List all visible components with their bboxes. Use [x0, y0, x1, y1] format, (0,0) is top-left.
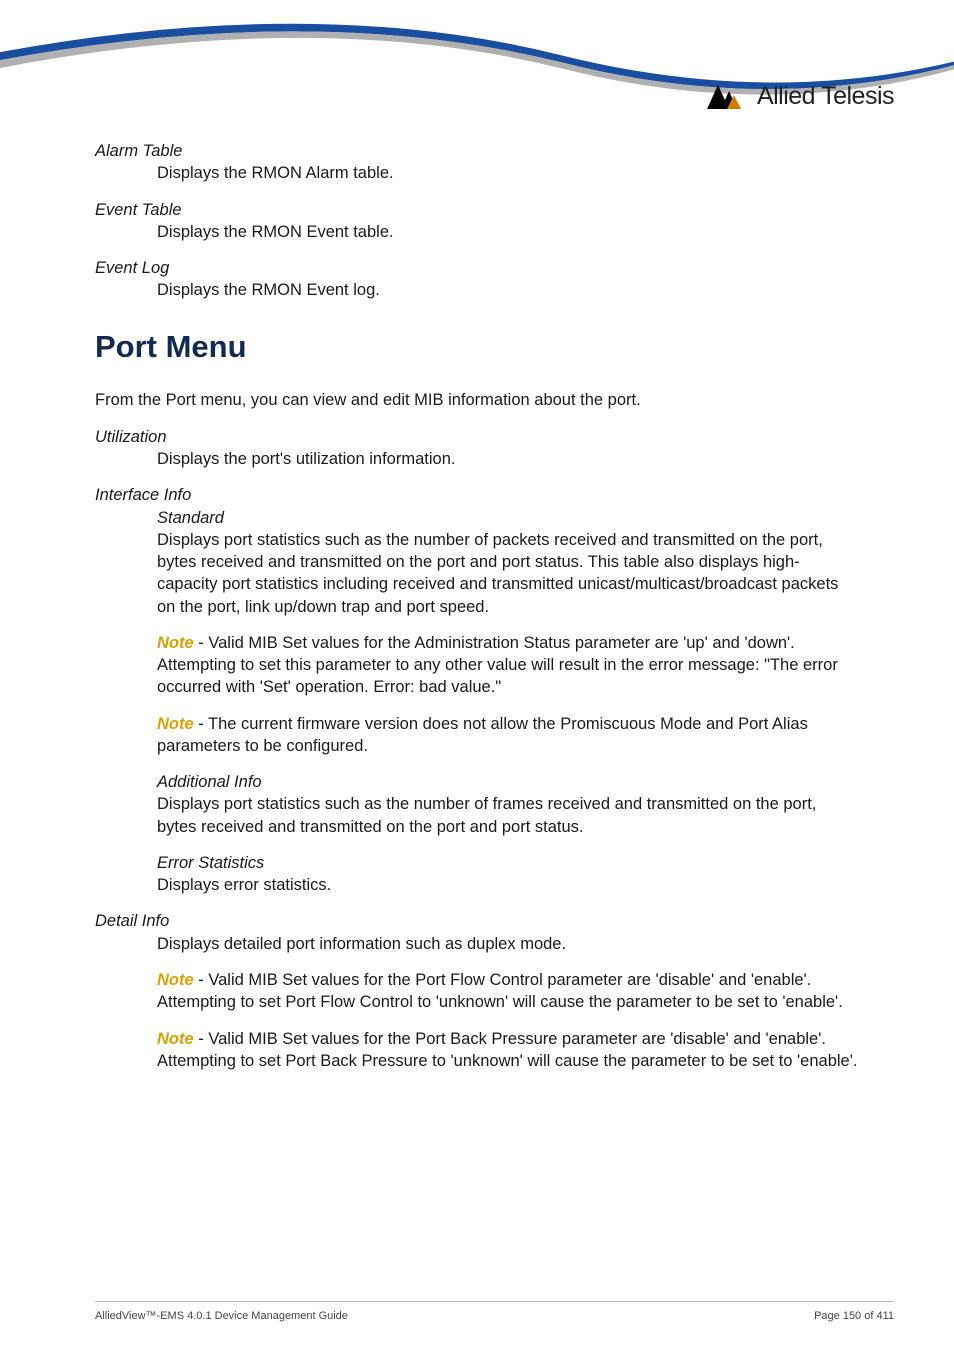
note-label: Note	[157, 1030, 194, 1048]
brand-triangle-icon	[707, 85, 751, 109]
note-standard-2: Note - The current firmware version does…	[95, 713, 859, 758]
page-footer: AlliedView™-EMS 4.0.1 Device Management …	[95, 1301, 894, 1322]
note-detail-1: Note - Valid MIB Set values for the Port…	[95, 969, 859, 1014]
subterm-additional: Additional Info	[95, 771, 859, 793]
header-swoosh-graphic	[0, 0, 954, 140]
term-event-log: Event Log	[95, 257, 859, 279]
note-body: - Valid MIB Set values for the Port Back…	[157, 1030, 857, 1070]
page-header: Allied Telesis	[0, 0, 954, 140]
term-interface-info: Interface Info	[95, 484, 859, 506]
desc-detail-info: Displays detailed port information such …	[95, 933, 859, 955]
note-body: - Valid MIB Set values for the Port Flow…	[157, 971, 843, 1011]
term-detail-info: Detail Info	[95, 910, 859, 932]
subdesc-standard: Displays port statistics such as the num…	[95, 529, 859, 618]
brand-logo: Allied Telesis	[707, 82, 894, 111]
term-alarm-table: Alarm Table	[95, 140, 859, 162]
brand-text: Allied Telesis	[757, 82, 894, 111]
term-event-table: Event Table	[95, 199, 859, 221]
subdesc-error: Displays error statistics.	[95, 874, 859, 896]
subterm-standard: Standard	[95, 507, 859, 529]
note-body: - The current firmware version does not …	[157, 715, 808, 755]
desc-utilization: Displays the port's utilization informat…	[95, 448, 859, 470]
note-label: Note	[157, 634, 194, 652]
note-label: Note	[157, 715, 194, 733]
footer-left: AlliedView™-EMS 4.0.1 Device Management …	[95, 1310, 348, 1322]
subdesc-additional: Displays port statistics such as the num…	[95, 793, 859, 838]
desc-event-table: Displays the RMON Event table.	[95, 221, 859, 243]
note-detail-2: Note - Valid MIB Set values for the Port…	[95, 1028, 859, 1073]
note-body: - Valid MIB Set values for the Administr…	[157, 634, 838, 697]
note-label: Note	[157, 971, 194, 989]
page-content: Alarm Table Displays the RMON Alarm tabl…	[0, 140, 954, 1072]
desc-event-log: Displays the RMON Event log.	[95, 279, 859, 301]
note-standard-1: Note - Valid MIB Set values for the Admi…	[95, 632, 859, 699]
desc-alarm-table: Displays the RMON Alarm table.	[95, 162, 859, 184]
footer-right: Page 150 of 411	[814, 1310, 894, 1322]
heading-port-menu: Port Menu	[95, 326, 859, 368]
subterm-error: Error Statistics	[95, 852, 859, 874]
port-menu-intro: From the Port menu, you can view and edi…	[95, 389, 859, 411]
term-utilization: Utilization	[95, 426, 859, 448]
